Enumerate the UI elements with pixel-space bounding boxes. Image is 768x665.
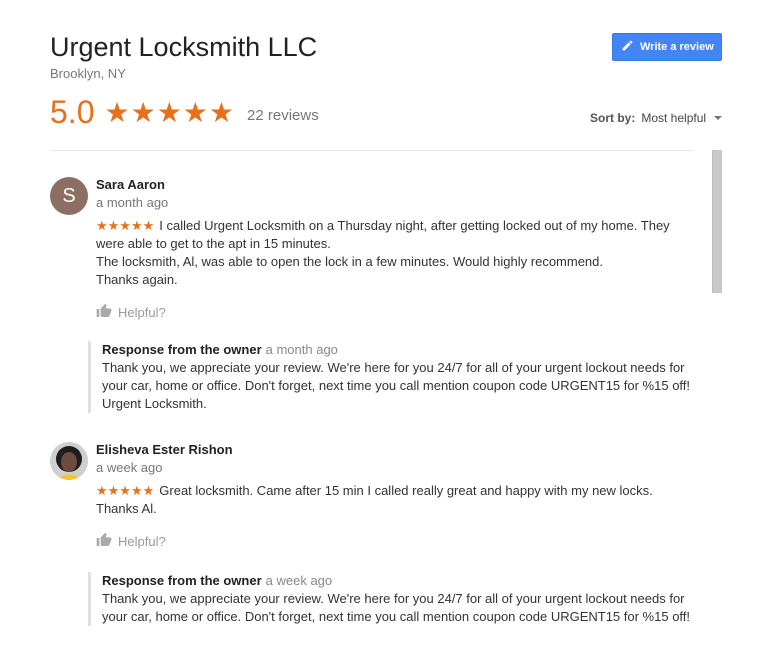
review-text: ★★★★★ I called Urgent Locksmith on a Thur…: [96, 217, 696, 289]
owner-response-line: your car, home or office. Don't forget, …: [102, 378, 691, 393]
owner-response-line: Thank you, we appreciate your review. We…: [102, 591, 685, 606]
rating-value: 5.0: [50, 94, 95, 130]
avatar[interactable]: S: [50, 177, 88, 215]
helpful-label: Helpful?: [118, 534, 166, 549]
write-review-button[interactable]: Write a review: [612, 33, 722, 61]
owner-response: Response from the owner a week ago Thank …: [88, 572, 698, 626]
write-review-label: Write a review: [640, 41, 714, 53]
helpful-button[interactable]: Helpful?: [96, 303, 166, 322]
owner-response-line: Urgent Locksmith.: [102, 396, 207, 411]
helpful-label: Helpful?: [118, 305, 166, 320]
helpful-button[interactable]: Helpful?: [96, 532, 166, 551]
rating-stars: ★★★★★: [104, 97, 235, 128]
business-title: Urgent Locksmith LLC: [50, 32, 318, 62]
review-line: I called Urgent Locksmith on a Thursday …: [159, 218, 670, 233]
review-line: Thanks Al.: [96, 501, 157, 516]
sort-value: Most helpful: [641, 111, 707, 125]
thumbs-up-icon: [96, 532, 112, 551]
profile-photo-icon: [50, 442, 88, 480]
rating-summary: 5.0 ★★★★★ 22 reviews: [50, 94, 319, 131]
review-stars: ★★★★★: [96, 218, 155, 233]
review-text: ★★★★★ Great locksmith. Came after 15 min …: [96, 482, 696, 518]
owner-response: Response from the owner a month ago Thank…: [88, 341, 698, 413]
review-time: a week ago: [96, 460, 163, 475]
owner-response-title: Response from the owner: [102, 573, 262, 588]
sort-dropdown[interactable]: Sort by: Most helpful: [590, 111, 723, 125]
avatar[interactable]: [50, 442, 88, 480]
review-line: were able to get to the apt in 15 minute…: [96, 236, 331, 251]
review-line: Great locksmith. Came after 15 min I cal…: [159, 483, 653, 498]
owner-response-title: Response from the owner: [102, 342, 262, 357]
review-time: a month ago: [96, 195, 169, 210]
reviewer-name[interactable]: Sara Aaron: [96, 177, 165, 192]
sort-label: Sort by:: [590, 111, 636, 125]
scrollbar-thumb[interactable]: [712, 150, 722, 293]
review-stars: ★★★★★: [96, 483, 155, 498]
owner-response-time: a week ago: [265, 573, 333, 588]
owner-response-line: your car, home or office. Don't forget, …: [102, 609, 691, 624]
caret-down-icon: [714, 116, 723, 120]
business-location: Brooklyn, NY: [50, 66, 126, 81]
pencil-icon: [621, 39, 634, 55]
reviewer-name[interactable]: Elisheva Ester Rishon: [96, 442, 233, 457]
review-line: The locksmith, Al, was able to open the …: [96, 254, 604, 269]
review-count[interactable]: 22 reviews: [247, 107, 319, 124]
thumbs-up-icon: [96, 303, 112, 322]
review-line: Thanks again.: [96, 272, 178, 287]
owner-response-line: Thank you, we appreciate your review. We…: [102, 360, 685, 375]
owner-response-time: a month ago: [265, 342, 338, 357]
divider: [50, 150, 694, 151]
